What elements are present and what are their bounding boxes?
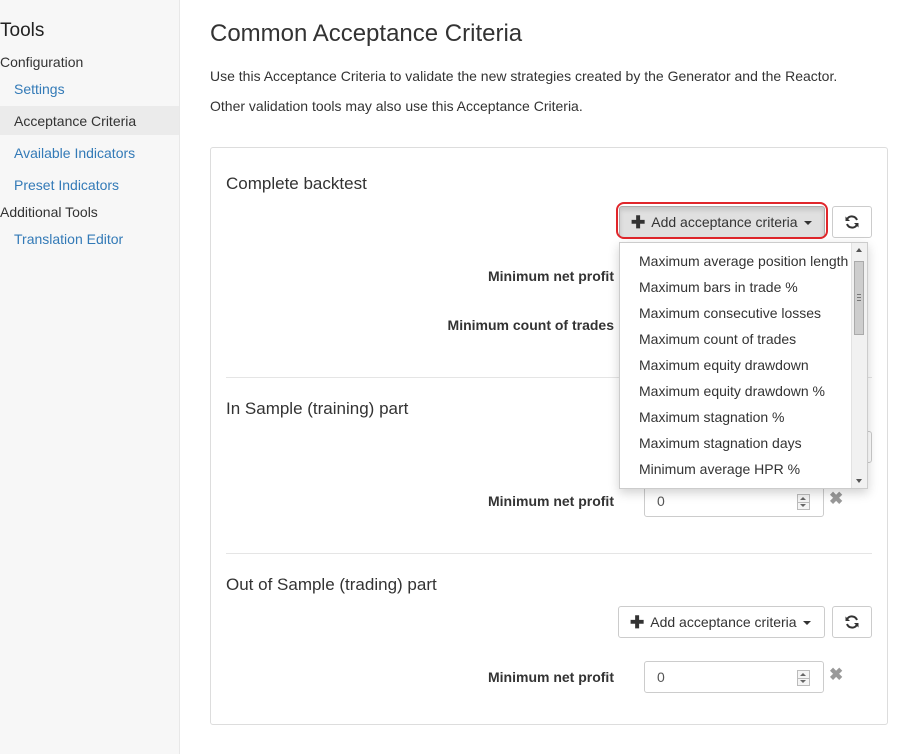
sidebar-item-settings[interactable]: Settings <box>14 81 65 97</box>
min-net-profit-oos-value[interactable] <box>645 662 807 692</box>
remove-icon[interactable]: ✖ <box>829 489 843 509</box>
dropdown-item[interactable]: Maximum consecutive losses <box>639 305 821 321</box>
scrollbar-thumb[interactable] <box>854 261 864 335</box>
section-title-out-of-sample: Out of Sample (trading) part <box>226 575 437 594</box>
field-label-min-net-profit: Minimum net profit <box>488 268 614 284</box>
refresh-icon <box>845 215 859 229</box>
section-divider <box>226 553 872 554</box>
sidebar-group-additional-tools: Additional Tools <box>0 204 98 220</box>
scroll-down-icon[interactable] <box>856 479 862 483</box>
spinner-arrows[interactable] <box>797 494 810 510</box>
dropdown-item[interactable]: Maximum count of trades <box>639 331 796 347</box>
sidebar-item-preset-indicators[interactable]: Preset Indicators <box>14 177 119 193</box>
dropdown-item[interactable]: Maximum average position length <box>639 253 848 269</box>
dropdown-item[interactable]: Minimum average HPR % <box>639 461 800 477</box>
spinner-arrows[interactable] <box>797 670 810 686</box>
add-acceptance-criteria-button-oos[interactable]: ✚ Add acceptance criteria <box>618 606 825 638</box>
min-net-profit-in-sample-input[interactable] <box>644 485 824 517</box>
dropdown-item[interactable]: Maximum stagnation days <box>639 435 802 451</box>
sidebar-item-available-indicators[interactable]: Available Indicators <box>14 145 135 161</box>
dropdown-item[interactable]: Maximum equity drawdown % <box>639 383 825 399</box>
add-acceptance-criteria-button[interactable]: ✚ Add acceptance criteria <box>619 206 825 238</box>
refresh-button[interactable] <box>832 206 872 238</box>
sidebar-group-configuration: Configuration <box>0 54 84 70</box>
min-net-profit-in-sample-value[interactable] <box>645 486 807 516</box>
sidebar-item-acceptance-criteria[interactable]: Acceptance Criteria <box>0 106 179 135</box>
dropdown-scrollbar[interactable] <box>851 243 867 488</box>
remove-icon[interactable]: ✖ <box>829 665 843 685</box>
section-title-in-sample: In Sample (training) part <box>226 399 409 418</box>
refresh-icon <box>845 615 859 629</box>
section-title-complete-backtest: Complete backtest <box>226 174 367 193</box>
acceptance-criteria-dropdown: Maximum average position length Maximum … <box>619 242 868 489</box>
page-description: Use this Acceptance Criteria to validate… <box>210 68 838 84</box>
page-description-secondary: Other validation tools may also use this… <box>210 98 583 114</box>
dropdown-item[interactable]: Maximum bars in trade % <box>639 279 798 295</box>
add-criteria-label: Add acceptance criteria <box>650 614 797 630</box>
field-label-min-net-profit-oos: Minimum net profit <box>488 669 614 685</box>
field-label-min-count-trades: Minimum count of trades <box>447 317 614 333</box>
dropdown-item[interactable]: Maximum stagnation % <box>639 409 785 425</box>
caret-down-icon <box>802 621 811 625</box>
plus-icon: ✚ <box>630 612 645 632</box>
caret-down-icon <box>803 221 812 225</box>
page-title: Common Acceptance Criteria <box>210 20 523 47</box>
add-criteria-label: Add acceptance criteria <box>651 214 798 230</box>
sidebar-item-translation-editor[interactable]: Translation Editor <box>14 231 123 247</box>
sidebar-item-label: Acceptance Criteria <box>14 113 137 129</box>
refresh-button-oos[interactable] <box>832 606 872 638</box>
sidebar-title: Tools <box>0 20 45 41</box>
scroll-up-icon[interactable] <box>856 248 862 252</box>
plus-icon: ✚ <box>631 212 646 232</box>
sidebar: Tools Configuration Settings Acceptance … <box>0 0 180 754</box>
field-label-min-net-profit-in-sample: Minimum net profit <box>488 493 614 509</box>
dropdown-item[interactable]: Maximum equity drawdown <box>639 357 809 373</box>
min-net-profit-oos-input[interactable] <box>644 661 824 693</box>
